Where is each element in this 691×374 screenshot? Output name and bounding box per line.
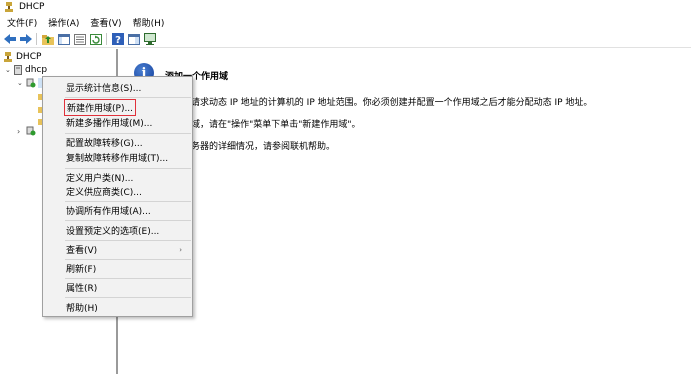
tree-item-dhcp-server[interactable]: ⌄ dhcp: [5, 64, 47, 76]
menu-item-label: 帮助(H): [66, 304, 98, 314]
menu-item-label: 查看(V): [66, 246, 98, 256]
tree-label: DHCP: [16, 52, 42, 62]
refresh-icon[interactable]: [89, 33, 102, 46]
action-pane-icon[interactable]: [127, 33, 140, 46]
ipv4-icon: [26, 78, 36, 88]
menu-item-view[interactable]: 查看(V) ›: [43, 242, 192, 257]
ipv6-icon: [26, 126, 36, 136]
server-icon: [14, 65, 22, 75]
content-text-line: 给请求动态 IP 地址的计算机的 IP 地址范围。你必须创建并配置一个作用域之后…: [182, 98, 593, 108]
properties-icon[interactable]: [73, 33, 86, 46]
window-title: DHCP: [19, 2, 45, 12]
chevron-down-icon[interactable]: ⌄: [5, 66, 14, 74]
menu-file[interactable]: 文件(F): [3, 16, 41, 29]
dhcp-app-icon: [5, 2, 13, 12]
menu-item-label: 定义用户类(N)...: [66, 174, 134, 184]
show-hide-tree-icon[interactable]: [57, 33, 70, 46]
menu-item-label: 新建多播作用域(M)...: [66, 119, 153, 129]
menu-item-label: 复制故障转移作用域(T)...: [66, 154, 169, 164]
forward-icon[interactable]: [19, 33, 32, 46]
menu-separator: [65, 297, 191, 298]
tree-item-dhcp-root[interactable]: DHCP: [3, 51, 41, 63]
menu-item-set-predefined-options[interactable]: 设置预定义的选项(E)...: [43, 223, 192, 238]
dhcp-root-icon: [4, 52, 12, 62]
chevron-down-icon[interactable]: ⌄: [17, 79, 26, 87]
menu-separator: [65, 168, 191, 169]
toolbar-separator: [106, 33, 107, 45]
console-icon[interactable]: [143, 33, 156, 46]
menu-item-new-scope[interactable]: 新建作用域(P)...: [43, 99, 192, 116]
menu-separator: [65, 259, 191, 260]
menu-bar: 文件(F) 操作(A) 查看(V) 帮助(H): [0, 15, 691, 30]
menu-item-help[interactable]: 帮助(H): [43, 300, 192, 315]
menu-item-new-multicast-scope[interactable]: 新建多播作用域(M)...: [43, 115, 192, 130]
submenu-arrow-icon: ›: [179, 245, 182, 254]
menu-separator: [65, 278, 191, 279]
menu-item-label: 显示统计信息(S)...: [66, 84, 142, 94]
menu-item-label: 定义供应商类(C)...: [66, 188, 142, 198]
menu-item-label: 协调所有作用域(A)...: [66, 207, 151, 217]
menu-item-show-statistics[interactable]: 显示统计信息(S)...: [43, 80, 192, 95]
menu-item-configure-failover[interactable]: 配置故障转移(G)...: [43, 135, 192, 150]
menu-item-properties[interactable]: 属性(R): [43, 280, 192, 295]
menu-separator: [65, 220, 191, 221]
menu-separator: [65, 201, 191, 202]
menu-item-define-vendor-classes[interactable]: 定义供应商类(C)...: [43, 184, 192, 199]
menu-item-refresh[interactable]: 刷新(F): [43, 261, 192, 276]
menu-item-define-user-classes[interactable]: 定义用户类(N)...: [43, 170, 192, 185]
menu-action[interactable]: 操作(A): [44, 16, 83, 29]
menu-item-label: 设置预定义的选项(E)...: [66, 227, 160, 237]
content-text-line: 服务器的详细情况，请参阅联机帮助。: [182, 142, 336, 152]
chevron-right-icon[interactable]: ›: [17, 127, 26, 136]
title-bar: DHCP: [0, 0, 691, 14]
toolbar-separator: [36, 33, 37, 45]
menu-item-label: 配置故障转移(G)...: [66, 139, 143, 149]
menu-separator: [65, 97, 191, 98]
details-pane: i 添加一个作用域 给请求动态 IP 地址的计算机的 IP 地址范围。你必须创建…: [120, 49, 691, 374]
tree-label: dhcp: [25, 65, 48, 75]
svg-text:?: ?: [115, 35, 121, 45]
menu-separator: [65, 133, 191, 134]
toolbar: ?: [0, 31, 691, 48]
context-menu: 显示统计信息(S)... 新建作用域(P)... 新建多播作用域(M)... 配…: [42, 76, 193, 317]
menu-separator: [65, 240, 191, 241]
menu-item-label: 属性(R): [66, 284, 98, 294]
menu-view[interactable]: 查看(V): [86, 16, 125, 29]
menu-item-label: 刷新(F): [66, 265, 97, 275]
back-icon[interactable]: [3, 33, 16, 46]
content-text-line: 用域，请在"操作"菜单下单击"新建作用域"。: [182, 120, 361, 130]
up-folder-icon[interactable]: [41, 33, 54, 46]
menu-help[interactable]: 帮助(H): [129, 16, 169, 29]
tree-item-ipv6[interactable]: ›: [17, 125, 36, 137]
menu-item-label: 新建作用域(P)...: [63, 99, 137, 116]
help-icon[interactable]: ?: [111, 33, 124, 46]
menu-item-reconcile-all-scopes[interactable]: 协调所有作用域(A)...: [43, 203, 192, 218]
menu-item-replicate-failover-scopes[interactable]: 复制故障转移作用域(T)...: [43, 150, 192, 165]
